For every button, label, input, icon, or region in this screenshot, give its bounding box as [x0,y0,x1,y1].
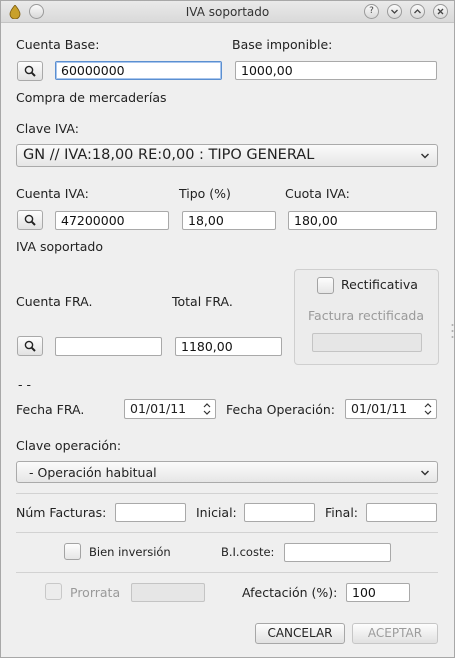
clave-operacion-label: Clave operación: [16,438,122,453]
prorrata-label: Prorrata [70,585,121,600]
bi-coste-label: B.I.coste: [221,545,275,559]
prorrata-checkbox[interactable] [45,583,62,600]
rectificativa-group: Rectificativa Factura rectificada [294,269,439,365]
cuenta-fra-description: - - [18,377,31,392]
fecha-fra-value: 01/01/11 [130,401,187,416]
inicial-label: Inicial: [196,505,237,520]
fecha-operacion-value: 01/01/11 [351,401,408,416]
cuenta-iva-input[interactable]: 47200000 [55,211,169,230]
resize-grip-icon[interactable] [451,321,454,341]
fecha-operacion-label: Fecha Operación: [226,402,336,417]
final-input[interactable] [366,503,437,522]
fecha-operacion-input[interactable]: 01/01/11 [345,399,437,419]
clave-operacion-selected: - Operación habitual [29,465,157,480]
factura-rectificada-input[interactable] [312,333,422,352]
cuenta-base-input[interactable]: 60000000 [55,61,222,80]
clave-iva-selected: GN // IVA:18,00 RE:0,00 : TIPO GENERAL [23,147,315,163]
spin-arrows-icon[interactable] [424,402,432,416]
search-icon [24,214,36,226]
clave-iva-select[interactable]: GN // IVA:18,00 RE:0,00 : TIPO GENERAL [16,144,438,167]
num-facturas-label: Núm Facturas: [16,505,107,520]
spin-arrows-icon[interactable] [203,402,211,416]
tipo-input[interactable]: 18,00 [182,211,276,230]
cuota-iva-label: Cuota IVA: [285,186,350,201]
cuenta-base-description: Compra de mercaderías [16,90,167,105]
clave-iva-label: Clave IVA: [16,121,79,136]
cancel-button[interactable]: CANCELAR [255,623,345,644]
base-imponible-input[interactable]: 1000,00 [235,61,437,80]
cuota-iva-input[interactable]: 180,00 [288,211,437,230]
dialog-window: IVA soportado ? Cuenta Base: Base imponi… [0,0,455,658]
chevron-down-icon [421,470,429,476]
divider [16,532,438,533]
help-icon[interactable]: ? [364,4,379,19]
total-fra-label: Total FRA. [172,294,233,309]
minimize-icon[interactable] [387,4,402,19]
factura-rectificada-label: Factura rectificada [308,308,424,323]
maximize-icon[interactable] [410,4,425,19]
tipo-label: Tipo (%) [179,186,231,201]
final-label: Final: [325,505,359,520]
search-icon [24,65,36,77]
title-bar[interactable]: IVA soportado ? [1,1,454,23]
base-imponible-label: Base imponible: [232,37,333,52]
afectacion-input[interactable]: 100 [346,583,410,602]
prorrata-input[interactable] [131,583,205,602]
bien-inversion-label: Bien inversión [89,545,171,559]
cuenta-fra-search-button[interactable] [17,336,43,356]
cuenta-fra-label: Cuenta FRA. [16,294,93,309]
rectificativa-label: Rectificativa [341,277,418,292]
divider [16,572,438,573]
accept-button[interactable]: ACEPTAR [352,623,438,644]
bien-inversion-checkbox[interactable] [64,543,81,560]
clave-operacion-select[interactable]: - Operación habitual [16,461,438,483]
fecha-fra-label: Fecha FRA. [16,402,85,417]
bi-coste-input[interactable] [284,543,391,562]
cuenta-iva-search-button[interactable] [17,210,43,230]
num-facturas-input[interactable] [115,503,186,522]
cuenta-iva-description: IVA soportado [16,239,103,254]
fecha-fra-input[interactable]: 01/01/11 [124,399,216,419]
cuenta-base-label: Cuenta Base: [16,37,100,52]
inicial-input[interactable] [244,503,315,522]
chevron-down-icon [421,153,429,159]
total-fra-input[interactable]: 1180,00 [175,337,282,356]
cuenta-iva-label: Cuenta IVA: [16,186,89,201]
cuenta-fra-input[interactable] [55,337,162,356]
cuenta-base-search-button[interactable] [17,61,43,81]
divider [16,493,438,494]
search-icon [24,340,36,352]
afectacion-label: Afectación (%): [242,585,338,600]
close-icon[interactable] [433,4,448,19]
rectificativa-checkbox[interactable] [317,277,334,294]
